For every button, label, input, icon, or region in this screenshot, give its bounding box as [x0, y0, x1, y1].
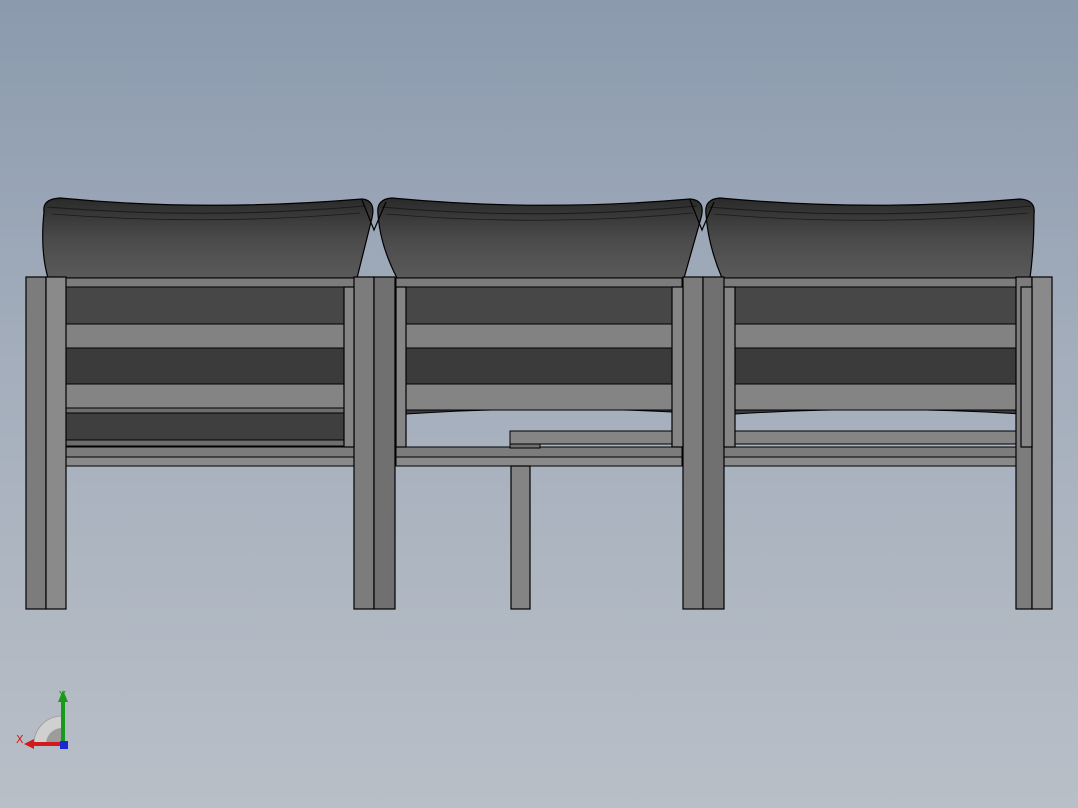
back-cushions: [42, 197, 1035, 279]
axis-triad: X Y: [14, 686, 84, 752]
x-axis-label: X: [16, 733, 24, 746]
triad-icon: [24, 690, 68, 749]
graphics-viewport[interactable]: X Y: [0, 0, 1078, 808]
inner-panels: [55, 285, 1022, 443]
sofa-model[interactable]: [0, 0, 1078, 808]
y-axis-label: Y: [59, 689, 66, 702]
